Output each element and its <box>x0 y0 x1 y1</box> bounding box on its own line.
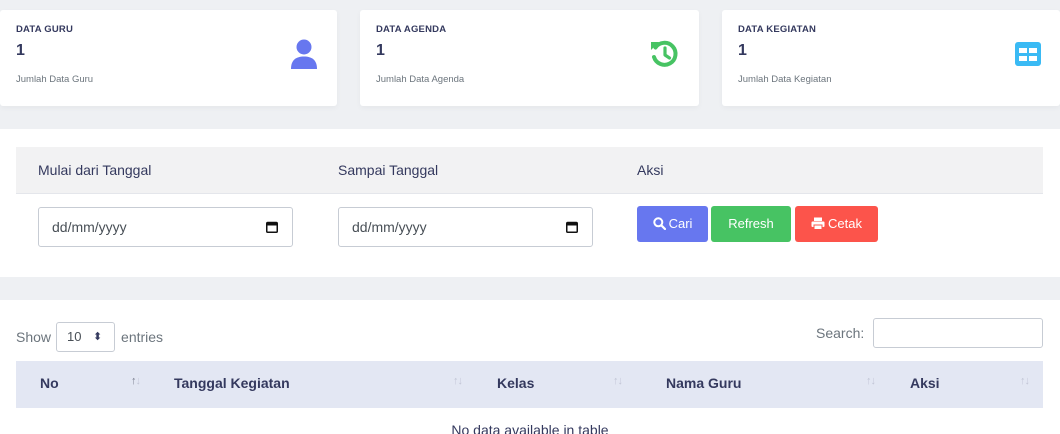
search-input[interactable] <box>873 318 1043 348</box>
stat-card-title: DATA KEGIATAN <box>738 24 817 35</box>
filter-table: Mulai dari Tanggal Sampai Tanggal Aksi d… <box>16 147 1043 254</box>
date-from-input[interactable]: dd/mm/yyyy <box>38 207 293 247</box>
column-header-nama-guru[interactable]: Nama Guru <box>666 375 741 391</box>
stat-card-agenda: DATA AGENDA 1 Jumlah Data Agenda <box>360 10 699 106</box>
stat-card-title: DATA GURU <box>16 24 74 35</box>
calendar-icon[interactable] <box>566 221 578 233</box>
calendar-icon[interactable] <box>266 221 278 233</box>
table-header: No ↑↓ Tanggal Kegiatan ↑↓ Kelas ↑↓ Nama … <box>16 361 1043 408</box>
entries-label: entries <box>121 329 164 345</box>
select-arrows-icon: ⬍ <box>93 331 103 343</box>
sort-icon[interactable]: ↑↓ <box>1020 375 1030 387</box>
sort-icon[interactable]: ↑↓ <box>453 375 463 387</box>
search-button-label: Cari <box>668 216 693 231</box>
print-button[interactable]: Cetak <box>795 206 878 242</box>
date-from-placeholder: dd/mm/yyyy <box>52 219 127 235</box>
column-header-tanggal[interactable]: Tanggal Kegiatan <box>174 375 290 391</box>
header-action: Aksi <box>637 162 664 178</box>
history-icon <box>648 38 680 70</box>
entries-select[interactable]: 10 ⬍ <box>56 322 116 352</box>
stat-card-guru: DATA GURU 1 Jumlah Data Guru <box>0 10 337 106</box>
print-button-label: Cetak <box>828 216 862 231</box>
show-label: Show <box>16 329 52 345</box>
stat-card-title: DATA AGENDA <box>376 24 447 35</box>
stat-card-count: 1 <box>738 42 747 59</box>
table-icon <box>1012 38 1044 70</box>
date-to-input[interactable]: dd/mm/yyyy <box>338 207 593 247</box>
empty-table-message: No data available in table <box>451 422 609 434</box>
column-header-no[interactable]: No <box>40 375 59 391</box>
stat-card-count: 1 <box>16 42 25 59</box>
stat-card-subtitle: Jumlah Data Kegiatan <box>738 74 832 85</box>
stat-card-count: 1 <box>376 42 385 59</box>
refresh-button-label: Refresh <box>728 216 774 231</box>
column-header-kelas[interactable]: Kelas <box>497 375 534 391</box>
entries-value: 10 <box>67 329 82 344</box>
refresh-button[interactable]: Refresh <box>711 206 791 242</box>
sort-icon[interactable]: ↑↓ <box>131 375 141 387</box>
filter-header-row: Mulai dari Tanggal Sampai Tanggal Aksi <box>16 147 1043 194</box>
filter-input-row: dd/mm/yyyy dd/mm/yyyy Cari Refresh Cetak <box>16 194 1043 254</box>
column-header-aksi[interactable]: Aksi <box>910 375 940 391</box>
search-label: Search: <box>816 325 865 341</box>
data-table-panel: Show 10 ⬍ entries Search: No ↑↓ Tanggal … <box>0 300 1060 434</box>
stat-card-subtitle: Jumlah Data Guru <box>16 74 94 85</box>
header-date-from: Mulai dari Tanggal <box>38 162 152 178</box>
stat-card-subtitle: Jumlah Data Agenda <box>376 74 465 85</box>
header-date-to: Sampai Tanggal <box>338 162 439 178</box>
user-icon <box>288 38 320 70</box>
print-icon <box>811 217 825 230</box>
search-icon <box>652 217 666 231</box>
date-to-placeholder: dd/mm/yyyy <box>352 219 427 235</box>
sort-icon[interactable]: ↑↓ <box>613 375 623 387</box>
search-button[interactable]: Cari <box>637 206 708 242</box>
sort-icon[interactable]: ↑↓ <box>866 375 876 387</box>
entries-control: Show 10 ⬍ entries <box>16 322 163 352</box>
stat-card-kegiatan: DATA KEGIATAN 1 Jumlah Data Kegiatan <box>722 10 1060 106</box>
filter-panel: Mulai dari Tanggal Sampai Tanggal Aksi d… <box>0 129 1060 277</box>
